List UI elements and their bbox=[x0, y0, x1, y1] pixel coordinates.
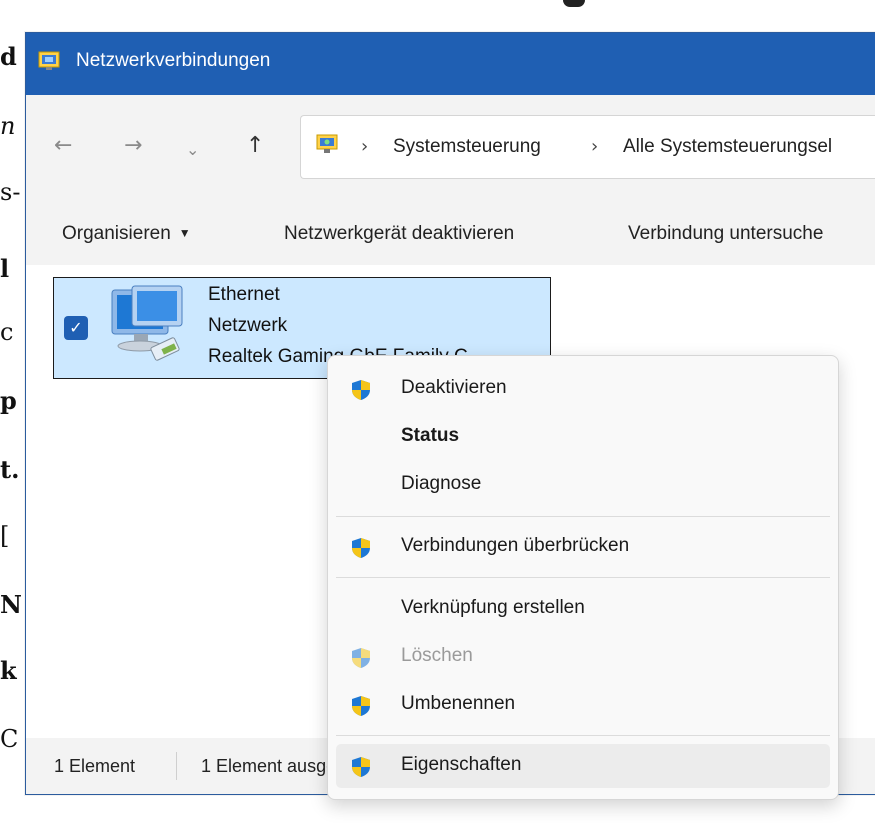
breadcrumb-alle-systemsteuerungselemente[interactable]: Alle Systemsteuerungsel bbox=[623, 136, 832, 158]
address-bar-area: ← → ⌄ ↑ › Systemsteuerung › Alle Systems… bbox=[26, 95, 875, 189]
menu-separator bbox=[336, 516, 830, 517]
uac-shield-icon bbox=[352, 538, 370, 558]
control-panel-icon bbox=[316, 134, 338, 153]
ethernet-adapter-icon bbox=[111, 285, 183, 361]
status-divider bbox=[176, 752, 177, 780]
menu-item-diagnose[interactable]: Diagnose bbox=[336, 463, 830, 507]
organize-button[interactable]: Organisieren ▼ bbox=[62, 223, 191, 245]
menu-separator bbox=[336, 577, 830, 578]
bg-letter: l bbox=[0, 254, 10, 283]
menu-item-label: Verbindungen überbrücken bbox=[401, 535, 630, 556]
bg-letter: d bbox=[0, 42, 17, 71]
breadcrumb-separator: › bbox=[361, 136, 369, 157]
menu-item-label: Umbenennen bbox=[401, 693, 516, 714]
menu-item-verbindungen-ueberbruecken[interactable]: Verbindungen überbrücken bbox=[336, 525, 830, 569]
item-name: Ethernet bbox=[208, 284, 280, 305]
bg-letter: p bbox=[0, 386, 17, 415]
forward-button[interactable]: → bbox=[124, 135, 142, 157]
breadcrumb-separator[interactable]: › bbox=[591, 136, 598, 157]
status-item-count: 1 Element bbox=[54, 756, 136, 776]
organize-label: Organisieren bbox=[62, 223, 171, 244]
bg-letter: t. bbox=[0, 455, 20, 484]
menu-item-label: Eigenschaften bbox=[401, 754, 522, 775]
caret-down-icon: ▼ bbox=[178, 226, 191, 240]
back-button[interactable]: ← bbox=[54, 135, 72, 157]
bg-letter: c bbox=[0, 318, 14, 346]
network-connections-icon bbox=[38, 51, 60, 70]
deactivate-device-button[interactable]: Netzwerkgerät deaktivieren bbox=[284, 223, 514, 245]
menu-item-umbenennen[interactable]: Umbenennen bbox=[336, 683, 830, 727]
menu-item-deaktivieren[interactable]: Deaktivieren bbox=[336, 367, 830, 411]
menu-item-loeschen: Löschen bbox=[336, 635, 830, 679]
uac-shield-icon bbox=[352, 696, 370, 716]
bg-letter: C bbox=[0, 725, 19, 753]
window-title: Netzwerkverbindungen bbox=[76, 50, 271, 71]
title-bar[interactable]: Netzwerkverbindungen bbox=[26, 33, 875, 95]
context-menu: Deaktivieren Status Diagnose Verbindunge… bbox=[327, 355, 839, 800]
menu-item-label: Diagnose bbox=[401, 473, 482, 494]
background-shape bbox=[563, 0, 585, 7]
bg-letter: s- bbox=[0, 178, 21, 206]
menu-item-label: Deaktivieren bbox=[401, 377, 507, 398]
menu-separator bbox=[336, 735, 830, 736]
bg-letter: n bbox=[0, 112, 16, 140]
menu-item-verknuepfung-erstellen[interactable]: Verknüpfung erstellen bbox=[336, 587, 830, 631]
bg-letter: [ bbox=[0, 522, 10, 550]
breadcrumb-systemsteuerung[interactable]: Systemsteuerung bbox=[393, 136, 541, 158]
uac-shield-icon bbox=[352, 757, 370, 777]
checkbox[interactable]: ✓ bbox=[64, 316, 88, 340]
item-type: Netzwerk bbox=[208, 315, 288, 336]
recent-locations-button[interactable]: ⌄ bbox=[186, 139, 199, 161]
bg-letter: N bbox=[0, 590, 22, 619]
uac-shield-icon bbox=[352, 380, 370, 400]
address-input[interactable]: › Systemsteuerung › Alle Systemsteuerung… bbox=[300, 115, 875, 179]
menu-item-label: Löschen bbox=[401, 645, 473, 666]
menu-item-eigenschaften[interactable]: Eigenschaften bbox=[336, 744, 830, 788]
uac-shield-icon bbox=[352, 648, 370, 668]
bg-letter: k bbox=[0, 656, 17, 685]
menu-item-label: Status bbox=[401, 425, 460, 446]
diagnose-connection-button[interactable]: Verbindung untersuche bbox=[628, 223, 823, 245]
command-bar: Organisieren ▼ Netzwerkgerät deaktivieren… bbox=[26, 203, 875, 263]
menu-item-status[interactable]: Status bbox=[336, 415, 830, 459]
menu-item-label: Verknüpfung erstellen bbox=[401, 597, 585, 618]
up-button[interactable]: ↑ bbox=[246, 135, 264, 157]
